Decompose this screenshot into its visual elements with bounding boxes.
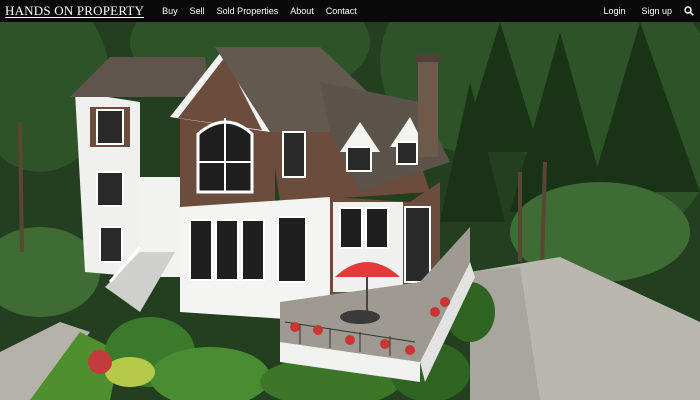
account-links: Login Sign up [587,6,700,16]
signup-link[interactable]: Sign up [641,6,672,16]
nav-link-sell[interactable]: Sell [190,6,205,16]
nav-link-sold-properties[interactable]: Sold Properties [217,6,279,16]
main-nav: Buy Sell Sold Properties About Contact [150,6,357,16]
hero-property-photo [0,22,700,400]
nav-link-contact[interactable]: Contact [326,6,357,16]
login-link[interactable]: Login [603,6,625,16]
nav-link-about[interactable]: About [290,6,314,16]
house-aerial-image [0,22,700,400]
search-icon[interactable] [684,6,694,16]
top-navigation-bar: HANDS ON PROPERTY Buy Sell Sold Properti… [0,0,700,22]
brand-logo[interactable]: HANDS ON PROPERTY [5,4,145,18]
nav-link-buy[interactable]: Buy [162,6,178,16]
